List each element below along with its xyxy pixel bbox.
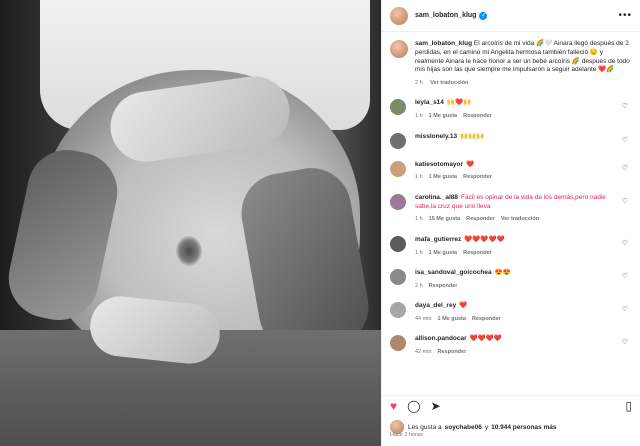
comment-body: isa_sandoval_goicochea 😍😍 2 h Responder xyxy=(415,269,615,290)
commenter-avatar[interactable] xyxy=(390,99,406,116)
comment-likes[interactable]: 1 Me gusta xyxy=(429,250,457,256)
likes-count[interactable]: 10.944 personas más xyxy=(491,424,556,431)
comment-age: 2 h xyxy=(415,282,423,289)
comment-age: 1 h xyxy=(415,113,423,120)
commenter-username[interactable]: misslonely.13 xyxy=(415,133,457,140)
reply-button[interactable]: Responder xyxy=(438,349,467,355)
caption-avatar[interactable] xyxy=(390,40,408,58)
heart-icon[interactable]: ♥ xyxy=(390,399,397,413)
comment-like-icon[interactable]: ♡ xyxy=(622,305,628,313)
comment-row: katiesotomayor ❤️ 1 h 1 Me gusta Responder ♡ xyxy=(390,160,632,182)
post-caption: sam_lobaton_klug El arcoíris de mi vida … xyxy=(390,40,632,87)
comment-like-icon[interactable]: ♡ xyxy=(622,102,628,110)
comment-age: 1 h xyxy=(415,249,423,256)
commenter-avatar[interactable] xyxy=(390,302,406,319)
comment-like-icon[interactable]: ♡ xyxy=(622,197,628,205)
reply-button[interactable]: Responder xyxy=(463,250,492,256)
commenter-avatar[interactable] xyxy=(390,335,406,352)
comment-icon[interactable]: ◯ xyxy=(407,399,420,413)
comment-row: isa_sandoval_goicochea 😍😍 2 h Responder ♡ xyxy=(390,269,632,290)
bookmark-icon[interactable]: ▯ xyxy=(625,399,632,413)
commenter-username[interactable]: mafa_gutierrez xyxy=(415,236,461,243)
comment-row: mafa_gutierrez ❤️❤️❤️❤️❤️ 1 h 1 Me gusta Res… xyxy=(390,235,632,257)
comment-text: 🙌❤️🙌 xyxy=(446,99,472,107)
comment-body: daya_del_rey ❤️ 44 min 1 Me gusta Responder xyxy=(415,302,615,323)
reply-button[interactable]: Responder xyxy=(463,174,492,180)
reply-button[interactable]: Responder xyxy=(466,216,495,222)
comment-row: misslonely.13 🙌🙌🙌 ♡ xyxy=(390,132,632,149)
commenter-username[interactable]: daya_del_rey xyxy=(415,302,456,309)
commenter-avatar[interactable] xyxy=(390,160,406,177)
caption-username[interactable]: sam_lobaton_klug xyxy=(415,40,472,47)
comment-like-icon[interactable]: ♡ xyxy=(622,338,628,346)
commenter-username[interactable]: isa_sandoval_goicochea xyxy=(415,269,492,276)
author-avatar[interactable] xyxy=(390,6,408,25)
comment-likes[interactable]: 1 Me gusta xyxy=(429,113,457,119)
comment-body: mafa_gutierrez ❤️❤️❤️❤️❤️ 1 h 1 Me gusta Res… xyxy=(415,236,615,257)
caption-age: 2 h xyxy=(415,80,423,87)
comment-body: carolina._al88 Fácil es opinar de la vida… xyxy=(415,194,615,224)
comment-meta: 1 h 1 Me gusta Responder xyxy=(415,174,615,181)
comment-age: 44 min xyxy=(415,315,432,322)
post-timestamp: Hace 2 horas xyxy=(390,432,423,438)
comments-list[interactable]: sam_lobaton_klug El arcoíris de mi vida … xyxy=(382,32,640,392)
photo-navel xyxy=(176,236,202,266)
comment-like-icon[interactable]: ♡ xyxy=(622,164,628,172)
post-panel: sam_lobaton_klug ✓ ••• sam_lobaton_klug … xyxy=(381,0,640,446)
comment-row: daya_del_rey ❤️ 44 min 1 Me gusta Responder ♡ xyxy=(390,302,632,323)
comment-text: 🙌🙌🙌 xyxy=(460,132,485,140)
comment-likes[interactable]: 1 Me gusta xyxy=(438,316,466,322)
comment-text: 😍😍 xyxy=(494,269,511,276)
reply-button[interactable]: Responder xyxy=(429,283,458,289)
reply-button[interactable]: Responder xyxy=(472,316,501,322)
comment-row: allison.pandocar ❤️❤️❤️❤️ 42 min Responder ♡ xyxy=(390,335,632,356)
comment-row: leyla_s14 🙌❤️🙌 1 h 1 Me gusta Responder ♡ xyxy=(390,99,632,120)
verified-icon: ✓ xyxy=(479,11,488,20)
more-options-icon[interactable]: ••• xyxy=(618,10,632,21)
comment-text: ❤️ xyxy=(466,160,475,168)
post-header: sam_lobaton_klug ✓ ••• xyxy=(382,0,640,32)
likes-prefix: Les gusta a xyxy=(408,423,442,431)
translate-link[interactable]: Ver traducción xyxy=(501,216,539,222)
commenter-username[interactable]: carolina._al88 xyxy=(415,194,458,201)
post-photo[interactable] xyxy=(0,0,381,446)
comment-text: ❤️ xyxy=(459,302,468,310)
comment-body: misslonely.13 🙌🙌🙌 xyxy=(415,133,615,142)
comment-body: leyla_s14 🙌❤️🙌 1 h 1 Me gusta Responder xyxy=(415,99,615,120)
action-bar: ♥ ◯ ➤ ▯ xyxy=(382,395,640,415)
comment-body: allison.pandocar ❤️❤️❤️❤️ 42 min Responder xyxy=(415,335,615,356)
comment-meta: 42 min Responder xyxy=(415,349,615,356)
comment-text: ❤️❤️❤️❤️ xyxy=(469,335,503,343)
comment-meta: 1 h 1 Me gusta Responder xyxy=(415,113,615,120)
comment-meta: 2 h Responder xyxy=(415,283,615,290)
comment-like-icon[interactable]: ♡ xyxy=(622,272,628,280)
comment-meta: 1 h 15 Me gusta Responder Ver traducción xyxy=(415,216,615,223)
comment-like-icon[interactable]: ♡ xyxy=(622,136,628,144)
comment-age: 42 min xyxy=(415,349,432,356)
comment-meta: 44 min 1 Me gusta Responder xyxy=(415,316,615,323)
reply-button[interactable]: Responder xyxy=(463,113,492,119)
comment-text: ❤️❤️❤️❤️❤️ xyxy=(464,235,505,243)
comment-like-icon[interactable]: ♡ xyxy=(622,239,628,247)
comment-row: carolina._al88 Fácil es opinar de la vida… xyxy=(390,193,632,224)
comment-body: katiesotomayor ❤️ 1 h 1 Me gusta Responder xyxy=(415,161,615,182)
caption-translate-link[interactable]: Ver traducción xyxy=(430,80,468,86)
comment-age: 1 h xyxy=(415,174,423,181)
likes-user[interactable]: soychabe06 xyxy=(445,424,482,431)
comment-meta: 1 h 1 Me gusta Responder xyxy=(415,250,615,257)
commenter-username[interactable]: leyla_s14 xyxy=(415,99,444,106)
commenter-avatar[interactable] xyxy=(390,193,406,210)
commenter-avatar[interactable] xyxy=(390,132,406,149)
commenter-username[interactable]: katiesotomayor xyxy=(415,161,463,168)
commenter-avatar[interactable] xyxy=(390,235,406,252)
comment-likes[interactable]: 1 Me gusta xyxy=(429,174,457,180)
commenter-avatar[interactable] xyxy=(390,269,406,285)
author-username[interactable]: sam_lobaton_klug xyxy=(415,12,476,19)
comment-likes[interactable]: 15 Me gusta xyxy=(429,216,460,222)
comment-age: 1 h xyxy=(415,216,423,223)
likes-joiner: y xyxy=(484,423,489,431)
commenter-username[interactable]: allison.pandocar xyxy=(415,335,467,342)
share-icon[interactable]: ➤ xyxy=(431,399,441,413)
